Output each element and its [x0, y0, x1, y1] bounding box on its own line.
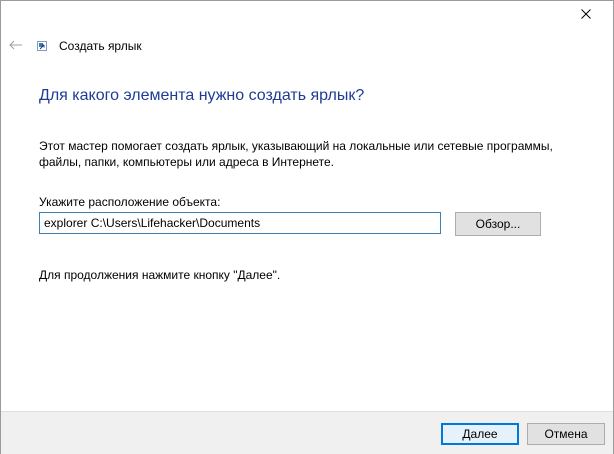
dialog-footer: Далее Отмена	[1, 411, 613, 454]
browse-button[interactable]: Обзор...	[455, 212, 541, 236]
wizard-description: Этот мастер помогает создать ярлык, указ…	[39, 139, 553, 169]
window-title: Создать ярлык	[59, 39, 142, 53]
location-label: Укажите расположение объекта:	[39, 195, 221, 209]
back-button[interactable]	[8, 37, 24, 53]
close-icon	[581, 9, 591, 19]
location-input[interactable]	[39, 212, 441, 234]
shortcut-icon	[37, 41, 47, 51]
create-shortcut-dialog: Создать ярлык Для какого элемента нужно …	[0, 0, 614, 454]
back-arrow-icon	[9, 40, 22, 50]
page-heading: Для какого элемента нужно создать ярлык?	[39, 87, 365, 104]
next-button[interactable]: Далее	[441, 423, 519, 445]
close-button[interactable]	[575, 5, 597, 23]
continue-hint: Для продолжения нажмите кнопку "Далее".	[39, 268, 281, 282]
cancel-button[interactable]: Отмена	[527, 423, 605, 445]
